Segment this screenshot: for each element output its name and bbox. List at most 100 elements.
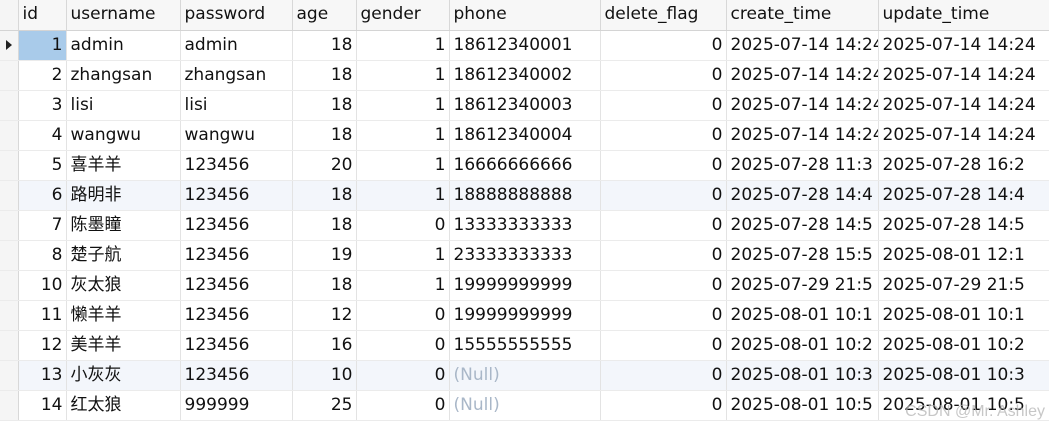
cell-age[interactable]: 18 bbox=[292, 30, 357, 61]
table-row[interactable]: 12 美羊羊 123456 16 0 15555555555 0 2025-08-01 10:… bbox=[0, 330, 1049, 361]
cell-id[interactable]: 12 bbox=[18, 330, 67, 361]
column-header-gender[interactable]: gender bbox=[356, 0, 450, 31]
cell-username[interactable]: 红太狼 bbox=[66, 390, 181, 421]
cell-delete-flag[interactable]: 0 bbox=[600, 30, 727, 61]
cell-id[interactable]: 7 bbox=[18, 210, 67, 241]
table-row[interactable]: 7 陈墨瞳 123456 18 0 13333333333 0 2025-07-28 14:5… bbox=[0, 210, 1049, 241]
cell-gender[interactable]: 1 bbox=[356, 120, 450, 151]
cell-age[interactable]: 12 bbox=[292, 300, 357, 331]
cell-update-time[interactable]: 2025-08-01 10:5 bbox=[878, 390, 1049, 421]
cell-age[interactable]: 18 bbox=[292, 90, 357, 121]
row-indicator[interactable] bbox=[0, 240, 19, 271]
cell-username[interactable]: 楚子航 bbox=[66, 240, 181, 271]
cell-create-time[interactable]: 2025-08-01 10:3 bbox=[726, 360, 879, 391]
cell-phone[interactable]: 19999999999 bbox=[449, 270, 601, 301]
column-header-username[interactable]: username bbox=[66, 0, 181, 31]
cell-update-time[interactable]: 2025-07-14 14:24 bbox=[878, 120, 1049, 151]
cell-phone[interactable]: 18888888888 bbox=[449, 180, 601, 211]
cell-gender[interactable]: 1 bbox=[356, 150, 450, 181]
cell-age[interactable]: 10 bbox=[292, 360, 357, 391]
cell-phone[interactable]: (Null) bbox=[449, 360, 601, 391]
row-indicator[interactable] bbox=[0, 120, 19, 151]
cell-create-time[interactable]: 2025-07-28 11:3 bbox=[726, 150, 879, 181]
cell-delete-flag[interactable]: 0 bbox=[600, 150, 727, 181]
cell-gender[interactable]: 1 bbox=[356, 30, 450, 61]
cell-password[interactable]: 123456 bbox=[180, 180, 293, 211]
cell-gender[interactable]: 0 bbox=[356, 330, 450, 361]
cell-update-time[interactable]: 2025-07-14 14:24 bbox=[878, 60, 1049, 91]
row-indicator[interactable] bbox=[0, 150, 19, 181]
cell-delete-flag[interactable]: 0 bbox=[600, 120, 727, 151]
cell-password[interactable]: 123456 bbox=[180, 210, 293, 241]
cell-id[interactable]: 3 bbox=[18, 90, 67, 121]
cell-phone[interactable]: 18612340004 bbox=[449, 120, 601, 151]
cell-delete-flag[interactable]: 0 bbox=[600, 300, 727, 331]
cell-delete-flag[interactable]: 0 bbox=[600, 390, 727, 421]
cell-delete-flag[interactable]: 0 bbox=[600, 60, 727, 91]
cell-create-time[interactable]: 2025-07-14 14:24 bbox=[726, 120, 879, 151]
cell-password[interactable]: zhangsan bbox=[180, 60, 293, 91]
cell-delete-flag[interactable]: 0 bbox=[600, 270, 727, 301]
cell-gender[interactable]: 1 bbox=[356, 270, 450, 301]
cell-delete-flag[interactable]: 0 bbox=[600, 210, 727, 241]
cell-delete-flag[interactable]: 0 bbox=[600, 330, 727, 361]
row-indicator[interactable] bbox=[0, 270, 19, 301]
cell-username[interactable]: zhangsan bbox=[66, 60, 181, 91]
cell-id[interactable]: 4 bbox=[18, 120, 67, 151]
cell-age[interactable]: 19 bbox=[292, 240, 357, 271]
cell-create-time[interactable]: 2025-08-01 10:1 bbox=[726, 300, 879, 331]
cell-id[interactable]: 2 bbox=[18, 60, 67, 91]
cell-username[interactable]: 路明非 bbox=[66, 180, 181, 211]
row-indicator[interactable] bbox=[0, 60, 19, 91]
cell-create-time[interactable]: 2025-07-14 14:24 bbox=[726, 60, 879, 91]
cell-create-time[interactable]: 2025-07-28 14:4 bbox=[726, 180, 879, 211]
cell-gender[interactable]: 0 bbox=[356, 360, 450, 391]
cell-gender[interactable]: 0 bbox=[356, 210, 450, 241]
cell-age[interactable]: 16 bbox=[292, 330, 357, 361]
cell-id[interactable]: 10 bbox=[18, 270, 67, 301]
cell-password[interactable]: 123456 bbox=[180, 330, 293, 361]
row-indicator[interactable] bbox=[0, 90, 19, 121]
cell-password[interactable]: 123456 bbox=[180, 150, 293, 181]
cell-age[interactable]: 18 bbox=[292, 120, 357, 151]
table-row[interactable]: 11 懒羊羊 123456 12 0 19999999999 0 2025-08-01 10:… bbox=[0, 300, 1049, 331]
cell-id[interactable]: 5 bbox=[18, 150, 67, 181]
cell-phone[interactable]: 16666666666 bbox=[449, 150, 601, 181]
cell-update-time[interactable]: 2025-07-14 14:24 bbox=[878, 30, 1049, 61]
table-row[interactable]: 4 wangwu wangwu 18 1 18612340004 0 2025-07-14 1… bbox=[0, 120, 1049, 151]
table-row[interactable]: 14 红太狼 999999 25 0 (Null) 0 2025-08-01 10:5 2025… bbox=[0, 390, 1049, 421]
column-header-age[interactable]: age bbox=[292, 0, 357, 31]
cell-update-time[interactable]: 2025-07-29 21:5 bbox=[878, 270, 1049, 301]
cell-gender[interactable]: 0 bbox=[356, 300, 450, 331]
cell-create-time[interactable]: 2025-07-28 14:5 bbox=[726, 210, 879, 241]
cell-create-time[interactable]: 2025-07-14 14:24 bbox=[726, 30, 879, 61]
cell-id[interactable]: 11 bbox=[18, 300, 67, 331]
row-indicator[interactable] bbox=[0, 180, 19, 211]
cell-username[interactable]: 小灰灰 bbox=[66, 360, 181, 391]
row-indicator[interactable] bbox=[0, 210, 19, 241]
cell-username[interactable]: 陈墨瞳 bbox=[66, 210, 181, 241]
cell-delete-flag[interactable]: 0 bbox=[600, 90, 727, 121]
cell-username[interactable]: 懒羊羊 bbox=[66, 300, 181, 331]
cell-update-time[interactable]: 2025-08-01 12:1 bbox=[878, 240, 1049, 271]
cell-phone[interactable]: 18612340003 bbox=[449, 90, 601, 121]
cell-username[interactable]: 美羊羊 bbox=[66, 330, 181, 361]
cell-phone[interactable]: 15555555555 bbox=[449, 330, 601, 361]
row-indicator[interactable] bbox=[0, 330, 19, 361]
cell-gender[interactable]: 1 bbox=[356, 90, 450, 121]
table-row[interactable]: 10 灰太狼 123456 18 1 19999999999 0 2025-07-29 21:… bbox=[0, 270, 1049, 301]
table-row[interactable]: 13 小灰灰 123456 10 0 (Null) 0 2025-08-01 10:3 2025… bbox=[0, 360, 1049, 391]
row-indicator[interactable] bbox=[0, 360, 19, 391]
cell-id[interactable]: 14 bbox=[18, 390, 67, 421]
cell-phone[interactable]: 19999999999 bbox=[449, 300, 601, 331]
cell-age[interactable]: 18 bbox=[292, 180, 357, 211]
table-row[interactable]: 1 admin admin 18 1 18612340001 0 2025-07-14 14:… bbox=[0, 30, 1049, 61]
column-header-phone[interactable]: phone bbox=[449, 0, 601, 31]
table-row[interactable]: 6 路明非 123456 18 1 18888888888 0 2025-07-28 14:4… bbox=[0, 180, 1049, 211]
cell-delete-flag[interactable]: 0 bbox=[600, 360, 727, 391]
cell-create-time[interactable]: 2025-08-01 10:5 bbox=[726, 390, 879, 421]
cell-phone[interactable]: 18612340002 bbox=[449, 60, 601, 91]
cell-create-time[interactable]: 2025-07-29 21:5 bbox=[726, 270, 879, 301]
column-header-delete-flag[interactable]: delete_flag bbox=[600, 0, 727, 31]
cell-update-time[interactable]: 2025-08-01 10:2 bbox=[878, 330, 1049, 361]
